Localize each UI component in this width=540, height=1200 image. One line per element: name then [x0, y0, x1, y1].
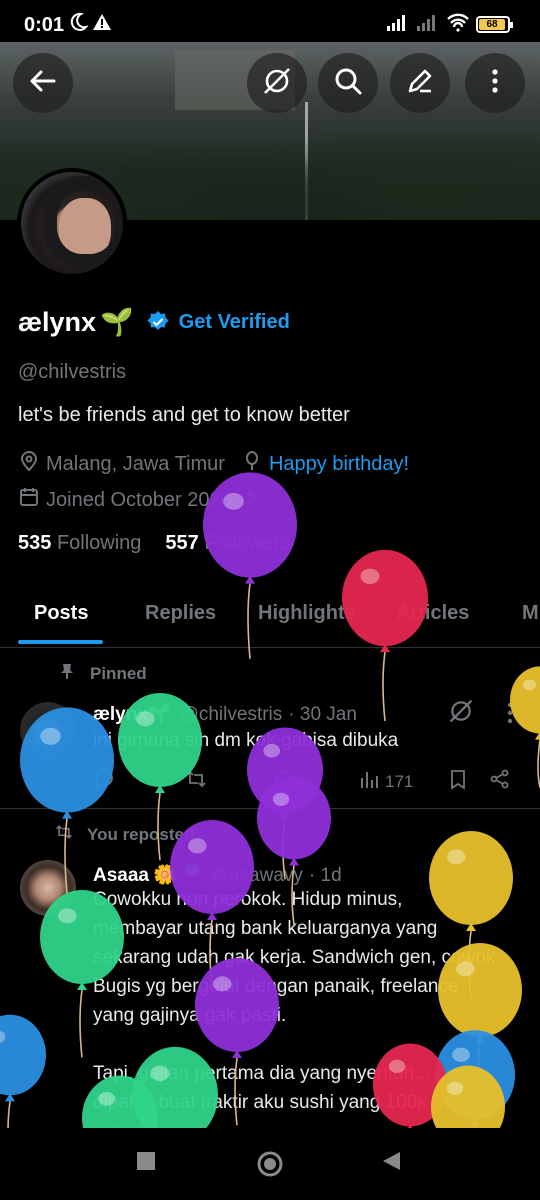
profile-tabs: Posts Replies Highlights Articles M: [0, 590, 540, 648]
tweet-time[interactable]: · 30 Jan: [288, 704, 357, 726]
name-row: ælynx 🌱 Get Verified: [18, 306, 290, 338]
tab-highlights[interactable]: Highlights: [258, 602, 356, 625]
retweet-icon[interactable]: [185, 768, 207, 790]
tweet-author-handle[interactable]: @chilvestris: [180, 704, 283, 726]
verified-badge-icon[interactable]: [146, 310, 170, 334]
tab-more[interactable]: M: [522, 602, 539, 625]
sprout-emoji: 🌱: [100, 307, 134, 337]
display-name: ælynx: [18, 306, 97, 337]
repost-label: You reposted: [87, 824, 195, 844]
tweet-text: Cowokku non perokok. Hidup minus, membay…: [93, 885, 523, 1146]
pencil-icon: [405, 66, 435, 101]
calendar-icon: [18, 486, 46, 514]
tweet-divider: [0, 808, 540, 809]
search-icon: [333, 66, 363, 101]
following-link[interactable]: 535 Following: [18, 532, 141, 555]
search-button[interactable]: [318, 53, 378, 113]
tweet-author-handle[interactable]: @asawavy: [210, 865, 303, 887]
tab-posts[interactable]: Posts: [34, 602, 88, 625]
tweet-text-line: membayar utang bank keluarganya yang: [93, 918, 438, 939]
meta-row-location: Malang, Jawa Timur Happy birthday!: [18, 450, 409, 478]
tweet-author-name[interactable]: ælynx🌱: [93, 702, 172, 726]
views-count: 171: [385, 771, 414, 791]
repost-label-row: You reposted: [55, 823, 194, 846]
status-bar: 0:01 68: [0, 0, 540, 42]
profile-location: Malang, Jawa Timur: [46, 452, 225, 475]
signal-2-icon: [416, 12, 442, 38]
tweet-header: Asaaa 🌼 @asawavy · 1d: [93, 862, 342, 887]
warning-icon: [92, 12, 112, 38]
tweet-text-line: Bugis yg bergelut dengan panaik, freelan…: [93, 976, 459, 997]
daisy-emoji: 🌼: [153, 865, 177, 886]
followers-link[interactable]: 557 Followers: [165, 532, 290, 555]
grok-button[interactable]: [247, 53, 307, 113]
following-count: 535: [18, 532, 52, 554]
more-button[interactable]: [465, 53, 525, 113]
retweet-icon: [55, 823, 87, 846]
signal-icon: [386, 12, 412, 38]
moon-icon: [68, 12, 89, 38]
like-icon[interactable]: [273, 768, 295, 790]
views-button[interactable]: 171: [359, 768, 413, 795]
pin-icon: [58, 662, 90, 685]
tweet-avatar[interactable]: [20, 860, 76, 916]
pinned-label-row: Pinned: [58, 662, 147, 685]
following-label: Following: [56, 532, 142, 554]
tweet-text-line: [93, 1030, 523, 1059]
battery-level: 68: [479, 19, 505, 30]
tweet-avatar[interactable]: [20, 702, 76, 758]
tweet-header: ælynx🌱 @chilvestris · 30 Jan: [93, 702, 357, 726]
chevron-right-icon[interactable]: [240, 486, 268, 514]
back-nav-button[interactable]: [380, 1150, 402, 1172]
tab-replies[interactable]: Replies: [145, 602, 216, 625]
arrow-left-icon: [28, 66, 58, 101]
tab-active-indicator: [18, 640, 103, 644]
wifi-icon: [446, 12, 470, 38]
grok-icon: [262, 66, 292, 101]
home-button[interactable]: [256, 1150, 284, 1178]
profile-avatar[interactable]: [17, 168, 127, 278]
grok-icon[interactable]: [448, 698, 474, 729]
balloon-small-icon: [241, 450, 269, 478]
tweet-actions: 171: [93, 766, 523, 794]
tweet-text: ini gimana sih dm kok gabisa dibuka: [93, 730, 399, 751]
verified-badge-icon: [183, 862, 202, 887]
tweet-time[interactable]: · 1d: [309, 865, 342, 887]
tweet-text-line: yang gajinya gak pasti.: [93, 1005, 287, 1026]
edit-button[interactable]: [390, 53, 450, 113]
share-icon[interactable]: [489, 768, 511, 790]
tweet-text-line: Tapi, gajian pertama dia yang nyentuh...: [93, 1063, 430, 1084]
bar-chart-icon: [359, 768, 381, 795]
recents-button[interactable]: [135, 1150, 157, 1172]
reply-icon[interactable]: [93, 768, 115, 790]
tweet-text-line: dipakai buat traktir aku sushi yang 100k: [93, 1092, 427, 1113]
birthday-link[interactable]: Happy birthday!: [269, 453, 409, 476]
more-vertical-icon: [480, 66, 510, 101]
bookmark-icon[interactable]: [447, 768, 469, 790]
system-navbar: [0, 1128, 540, 1200]
get-verified-link[interactable]: Get Verified: [179, 311, 290, 334]
tweet-text-line: sekarang udah gak kerja. Sandwich gen, c…: [93, 947, 496, 968]
pinned-label: Pinned: [90, 663, 147, 683]
profile-handle: @chilvestris: [18, 361, 127, 383]
meta-row-joined: Joined October 2020: [18, 486, 268, 514]
profile-bio: let's be friends and get to know better: [18, 404, 350, 426]
avatar-hijab: [43, 176, 123, 268]
tweet-text-line: Cowokku non perokok. Hidup minus,: [93, 889, 403, 910]
follow-stats: 535 Following 557 Followers: [18, 532, 290, 555]
profile-joined: Joined October 2020: [46, 488, 232, 511]
tweet-author-name[interactable]: Asaaa: [93, 865, 149, 887]
followers-count: 557: [165, 532, 199, 554]
back-button[interactable]: [13, 53, 73, 113]
status-time: 0:01: [24, 14, 65, 36]
followers-label: Followers: [204, 532, 290, 554]
location-pin-icon: [18, 450, 46, 478]
battery-icon: 68: [476, 16, 513, 33]
tab-articles[interactable]: Articles: [396, 602, 469, 625]
